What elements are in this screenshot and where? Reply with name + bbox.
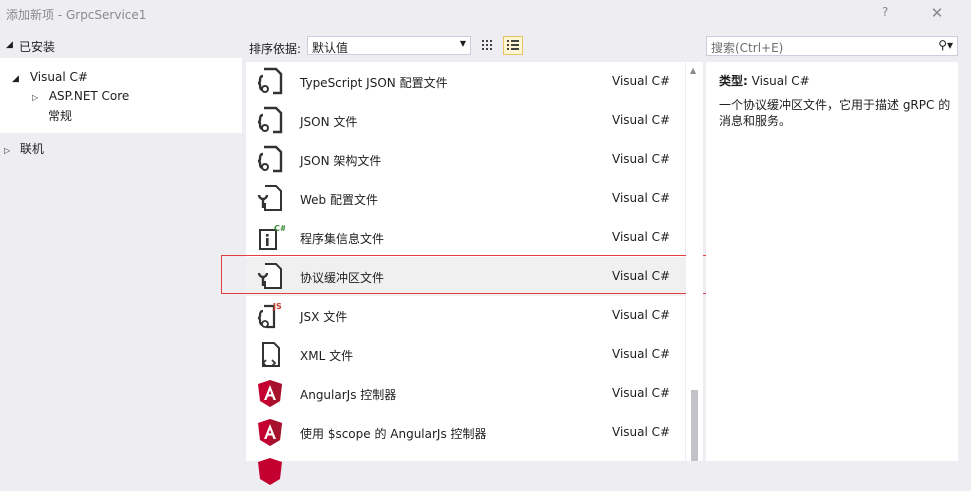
tree-node-label: Visual C# xyxy=(29,70,88,84)
template-name: Web 配置文件 xyxy=(300,193,378,207)
search-box[interactable]: 搜索(Ctrl+E) ⚲▾ xyxy=(706,36,958,56)
template-list-scrollbar[interactable]: ▲ xyxy=(686,62,703,461)
template-name: JSON 文件 xyxy=(300,115,358,129)
template-name: JSON 架构文件 xyxy=(300,154,382,168)
template-name: XML 文件 xyxy=(300,349,354,363)
template-row-jsx[interactable]: JS JSX 文件 Visual C# xyxy=(246,296,685,335)
help-button[interactable]: ? xyxy=(882,5,888,19)
template-list[interactable]: TypeScript JSON 配置文件 Visual C# JSON 文件 V… xyxy=(246,62,685,485)
template-row-assembly-info[interactable]: C# 程序集信息文件 Visual C# xyxy=(246,218,685,257)
template-name: TypeScript JSON 配置文件 xyxy=(300,76,448,90)
tree-node-label: 联机 xyxy=(19,142,44,156)
json-schema-file-icon xyxy=(257,145,283,173)
sort-by-dropdown[interactable]: 默认值 ▼ xyxy=(307,36,471,55)
tree-node-installed[interactable]: ◢ 已安装 xyxy=(0,36,245,56)
template-name: JSX 文件 xyxy=(300,310,348,324)
details-panel: 类型: Visual C# 一个协议缓冲区文件，它用于描述 gRPC 的消息和服… xyxy=(706,62,958,461)
template-name: AngularJs 控制器 xyxy=(300,388,397,402)
template-name: 程序集信息文件 xyxy=(300,232,385,246)
svg-text:C#: C# xyxy=(274,224,285,233)
angularjs-icon xyxy=(258,419,282,446)
template-language: Visual C# xyxy=(612,74,671,88)
jsx-file-icon: JS xyxy=(257,302,282,329)
category-tree: ◢ Visual C# ▷ ASP.NET Core 常规 xyxy=(0,58,242,133)
tree-node-visual-csharp[interactable]: ◢ Visual C# xyxy=(12,68,88,86)
template-language: Visual C# xyxy=(612,386,671,400)
template-row-json-file[interactable]: JSON 文件 Visual C# xyxy=(246,101,685,140)
template-row-angularjs-controller[interactable]: AngularJs 控制器 Visual C# xyxy=(246,374,685,413)
svg-text:JS: JS xyxy=(272,302,282,311)
template-row-web-config[interactable]: Web 配置文件 Visual C# xyxy=(246,179,685,218)
template-language: Visual C# xyxy=(612,308,671,322)
template-language: Visual C# xyxy=(612,269,671,283)
expanded-triangle-icon: ◢ xyxy=(12,74,19,84)
json-file-icon xyxy=(257,67,283,95)
grid-view-icon xyxy=(482,40,492,50)
assembly-info-icon: C# xyxy=(259,224,285,250)
details-type-label: 类型: xyxy=(719,74,748,88)
scroll-thumb[interactable] xyxy=(691,390,698,461)
template-language: Visual C# xyxy=(612,191,671,205)
config-file-icon xyxy=(257,185,282,211)
template-name: 协议缓冲区文件 xyxy=(300,271,385,285)
template-name: 使用 $scope 的 AngularJs 控制器 xyxy=(300,427,487,441)
sort-by-value: 默认值 xyxy=(312,41,349,55)
tree-node-installed-label: 已安装 xyxy=(19,40,56,54)
template-row-partial[interactable] xyxy=(246,452,685,491)
details-type-value: Visual C# xyxy=(751,74,810,88)
tree-node-label: 常规 xyxy=(48,109,73,123)
details-description: 一个协议缓冲区文件，它用于描述 gRPC 的消息和服务。 xyxy=(719,98,951,128)
template-row-protobuf[interactable]: 协议缓冲区文件 Visual C# xyxy=(246,257,685,296)
template-language: Visual C# xyxy=(612,347,671,361)
scroll-up-arrow-icon[interactable]: ▲ xyxy=(690,66,696,75)
template-language: Visual C# xyxy=(612,425,671,439)
json-file-icon xyxy=(257,106,283,134)
collapsed-triangle-icon: ▷ xyxy=(4,146,11,155)
list-view-button[interactable] xyxy=(503,36,523,55)
template-row-typescript-json-config[interactable]: TypeScript JSON 配置文件 Visual C# xyxy=(246,62,685,101)
list-view-icon xyxy=(507,40,519,50)
tree-node-online[interactable]: ▷ 联机 xyxy=(4,140,44,158)
search-icon[interactable]: ⚲▾ xyxy=(938,38,953,52)
protobuf-file-icon xyxy=(257,263,282,289)
template-row-xml[interactable]: XML 文件 Visual C# xyxy=(246,335,685,374)
title-bar: 添加新项 - GrpcService1 ? ✕ xyxy=(0,0,971,28)
collapsed-triangle-icon: ▷ xyxy=(32,93,39,102)
chevron-down-icon: ▼ xyxy=(459,39,466,48)
window-edge xyxy=(966,56,971,461)
template-row-angularjs-scope-controller[interactable]: 使用 $scope 的 AngularJs 控制器 Visual C# xyxy=(246,413,685,452)
window-title: 添加新项 - GrpcService1 xyxy=(6,8,147,22)
tree-node-label: ASP.NET Core xyxy=(48,89,130,103)
expanded-triangle-icon: ◢ xyxy=(6,40,13,50)
xml-file-icon xyxy=(261,342,280,367)
details-type: 类型: Visual C# xyxy=(719,72,810,89)
sort-by-label: 排序依据: xyxy=(249,42,302,56)
template-language: Visual C# xyxy=(612,230,671,244)
template-language: Visual C# xyxy=(612,113,671,127)
grid-view-button[interactable] xyxy=(477,36,497,55)
search-input[interactable]: 搜索(Ctrl+E) xyxy=(711,39,783,56)
template-row-json-schema[interactable]: JSON 架构文件 Visual C# xyxy=(246,140,685,179)
template-language: Visual C# xyxy=(612,152,671,166)
angularjs-icon xyxy=(258,380,282,407)
tree-node-aspnet-core[interactable]: ▷ ASP.NET Core xyxy=(32,87,129,105)
close-button[interactable]: ✕ xyxy=(926,3,948,23)
tree-node-general[interactable]: 常规 xyxy=(48,107,72,125)
